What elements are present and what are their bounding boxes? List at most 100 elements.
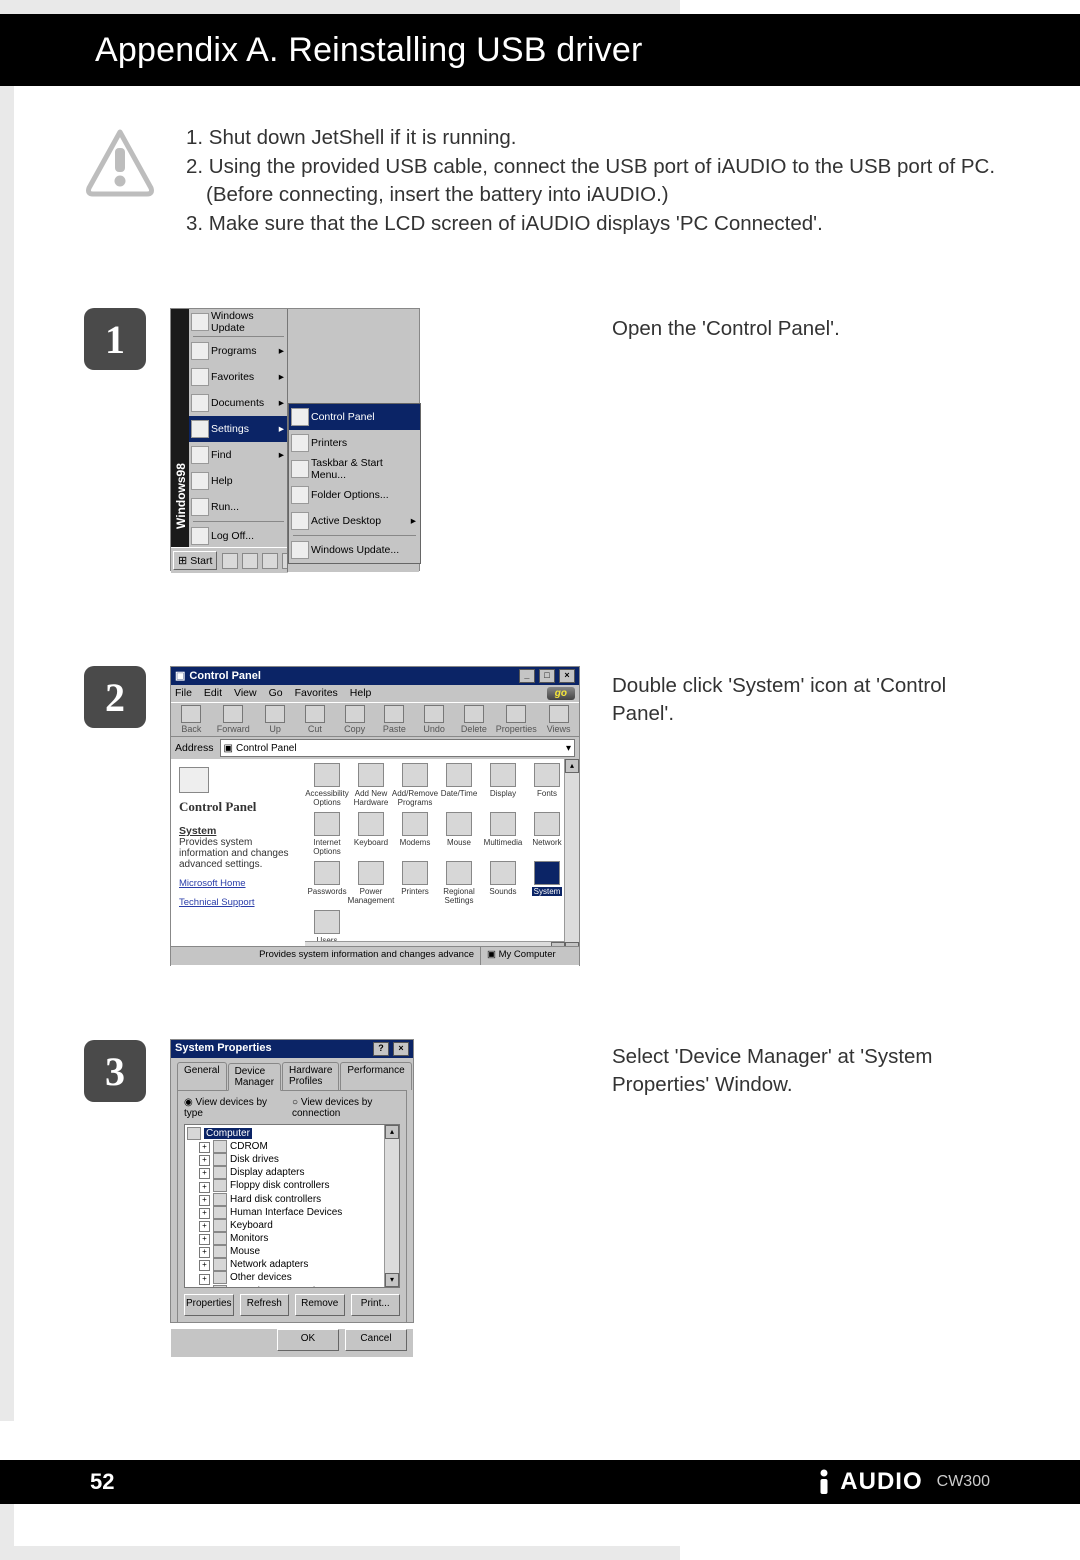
refresh-button[interactable]: Refresh (240, 1294, 290, 1316)
tb-back[interactable]: Back (177, 705, 206, 734)
minimize-button[interactable]: _ (519, 669, 535, 683)
print-button[interactable]: Print... (351, 1294, 401, 1316)
tree-node[interactable]: +Floppy disk controllers (187, 1179, 397, 1192)
tree-node[interactable]: +Ports (COM & LPT) (187, 1285, 397, 1288)
submenu-taskbar[interactable]: Taskbar & Start Menu... (289, 456, 420, 482)
scrollbar-vertical[interactable]: ▴ ▾ (564, 759, 579, 956)
tray-icon[interactable] (242, 553, 258, 569)
menu-help[interactable]: Help (189, 468, 288, 494)
menu-favorites[interactable]: Favorites▸ (189, 364, 288, 390)
cp-icon-keyboard[interactable]: Keyboard (351, 812, 391, 856)
tab-device-manager[interactable]: Device Manager (228, 1063, 281, 1091)
expand-icon[interactable]: + (199, 1287, 210, 1288)
cp-icon-modems[interactable]: Modems (395, 812, 435, 856)
tree-node[interactable]: +CDROM (187, 1140, 397, 1153)
submenu-windows-update[interactable]: Windows Update... (289, 537, 420, 563)
tray-icon[interactable] (222, 553, 238, 569)
link-tech-support[interactable]: Technical Support (179, 897, 297, 908)
link-ms-home[interactable]: Microsoft Home (179, 878, 297, 889)
tb-up[interactable]: Up (261, 705, 290, 734)
expand-icon[interactable]: + (199, 1234, 210, 1245)
start-button[interactable]: ⊞ Start (173, 551, 217, 570)
scroll-up-icon[interactable]: ▴ (565, 759, 579, 773)
menu-favorites[interactable]: Favorites (295, 687, 338, 700)
expand-icon[interactable]: + (199, 1221, 210, 1232)
cp-icon-add-remove-programs[interactable]: Add/Remove Programs (395, 763, 435, 807)
tb-copy[interactable]: Copy (340, 705, 369, 734)
scroll-up-icon[interactable]: ▴ (385, 1125, 399, 1139)
tray-icon[interactable] (262, 553, 278, 569)
menu-programs[interactable]: Programs▸ (189, 338, 288, 364)
submenu-active-desktop[interactable]: Active Desktop▸ (289, 508, 420, 534)
tree-node[interactable]: +Disk drives (187, 1153, 397, 1166)
menu-edit[interactable]: Edit (204, 687, 222, 700)
cp-icon-network[interactable]: Network (527, 812, 567, 856)
cp-icon-power-management[interactable]: Power Management (351, 861, 391, 905)
close-button[interactable]: × (393, 1042, 409, 1056)
tab-hardware-profiles[interactable]: Hardware Profiles (282, 1062, 339, 1090)
cp-icon-users[interactable]: Users (307, 910, 347, 945)
tree-node[interactable]: +Other devices (187, 1271, 397, 1284)
menu-help[interactable]: Help (350, 687, 372, 700)
cp-icon-printers[interactable]: Printers (395, 861, 435, 905)
tree-node[interactable]: +Network adapters (187, 1258, 397, 1271)
help-button[interactable]: ? (373, 1042, 389, 1056)
radio-view-by-type[interactable]: ◉ View devices by type (184, 1097, 270, 1119)
tree-node[interactable]: +Human Interface Devices (187, 1206, 397, 1219)
tree-node[interactable]: +Display adapters (187, 1166, 397, 1179)
cp-icon-multimedia[interactable]: Multimedia (483, 812, 523, 856)
radio-view-by-connection[interactable]: ○ View devices by connection (292, 1097, 400, 1119)
menu-windows-update[interactable]: Windows Update (189, 309, 288, 335)
tb-undo[interactable]: Undo (420, 705, 449, 734)
cp-icon-add-new-hardware[interactable]: Add New Hardware (351, 763, 391, 807)
cp-icon-sounds[interactable]: Sounds (483, 861, 523, 905)
dropdown-icon[interactable]: ▾ (566, 743, 571, 754)
submenu-control-panel[interactable]: Control Panel (289, 404, 420, 430)
tb-views[interactable]: Views (544, 705, 573, 734)
expand-icon[interactable]: + (199, 1182, 210, 1193)
maximize-button[interactable]: □ (539, 669, 555, 683)
tb-forward[interactable]: Forward (217, 705, 250, 734)
menu-find[interactable]: Find▸ (189, 442, 288, 468)
expand-icon[interactable]: + (199, 1208, 210, 1219)
menu-view[interactable]: View (234, 687, 257, 700)
close-button[interactable]: × (559, 669, 575, 683)
properties-button[interactable]: Properties (184, 1294, 234, 1316)
tb-cut[interactable]: Cut (301, 705, 330, 734)
expand-icon[interactable]: + (199, 1260, 210, 1271)
device-tree[interactable]: Computer +CDROM+Disk drives+Display adap… (184, 1124, 400, 1288)
tb-paste[interactable]: Paste (380, 705, 409, 734)
scrollbar-vertical[interactable]: ▴ ▾ (384, 1125, 399, 1287)
tree-node[interactable]: +Hard disk controllers (187, 1193, 397, 1206)
cp-icon-fonts[interactable]: Fonts (527, 763, 567, 807)
menu-documents[interactable]: Documents▸ (189, 390, 288, 416)
tree-node[interactable]: +Monitors (187, 1232, 397, 1245)
cp-icon-date-time[interactable]: Date/Time (439, 763, 479, 807)
ok-button[interactable]: OK (277, 1329, 339, 1351)
menu-run[interactable]: Run... (189, 494, 288, 520)
expand-icon[interactable]: + (199, 1247, 210, 1258)
expand-icon[interactable]: + (199, 1168, 210, 1179)
menu-settings[interactable]: Settings▸ (189, 416, 288, 442)
tree-node[interactable]: +Mouse (187, 1245, 397, 1258)
menu-logoff[interactable]: Log Off... (189, 523, 288, 549)
expand-icon[interactable]: + (199, 1195, 210, 1206)
cp-icon-accessibility-options[interactable]: Accessibility Options (307, 763, 347, 807)
tab-general[interactable]: General (177, 1062, 227, 1090)
expand-icon[interactable]: + (199, 1155, 210, 1166)
expand-icon[interactable]: + (199, 1142, 210, 1153)
tree-root[interactable]: Computer (204, 1128, 252, 1139)
cp-icon-mouse[interactable]: Mouse (439, 812, 479, 856)
cp-icon-passwords[interactable]: Passwords (307, 861, 347, 905)
expand-icon[interactable]: + (199, 1274, 210, 1285)
tb-properties[interactable]: Properties (499, 705, 533, 734)
tree-node[interactable]: +Keyboard (187, 1219, 397, 1232)
cp-icon-regional-settings[interactable]: Regional Settings (439, 861, 479, 905)
tb-delete[interactable]: Delete (460, 705, 489, 734)
menu-go[interactable]: Go (269, 687, 283, 700)
tab-performance[interactable]: Performance (340, 1062, 411, 1090)
cp-icon-internet-options[interactable]: Internet Options (307, 812, 347, 856)
cp-icon-system[interactable]: System (527, 861, 567, 905)
menu-file[interactable]: File (175, 687, 192, 700)
submenu-printers[interactable]: Printers (289, 430, 420, 456)
